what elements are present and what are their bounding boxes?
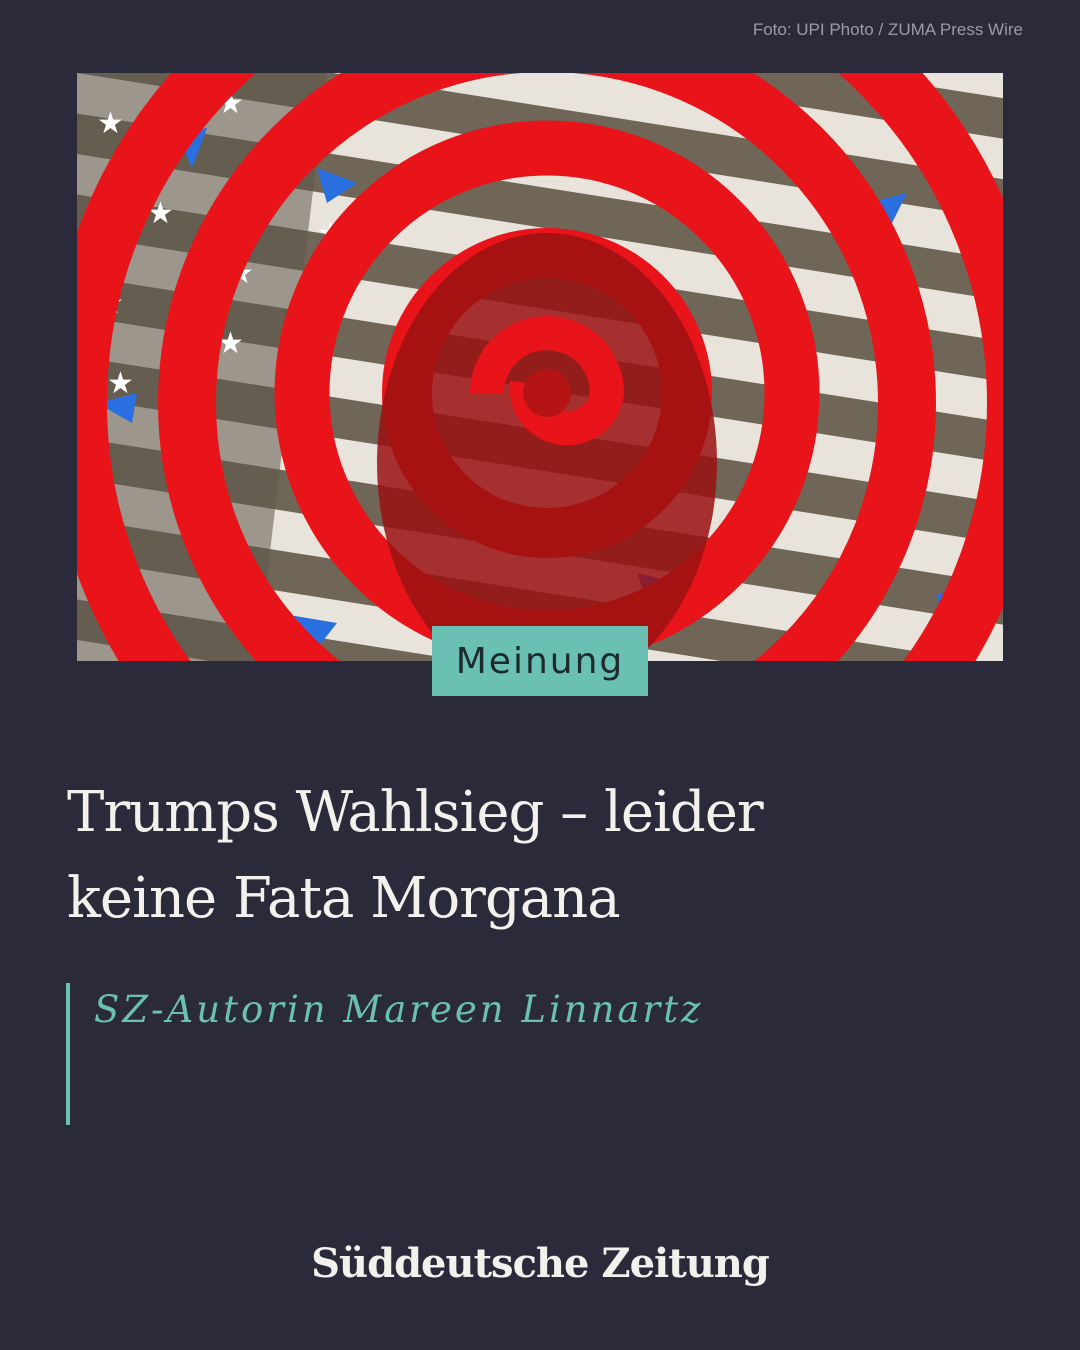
hero-image: ★ ★ ★ ★ ★ ★ ★ ★ ★ ★ (77, 73, 1003, 661)
photo-credit: Foto: UPI Photo / ZUMA Press Wire (752, 20, 1023, 39)
spiral-flag-collage-icon: ★ ★ ★ ★ ★ ★ ★ ★ ★ ★ (77, 73, 1003, 661)
category-badge: Meinung (432, 626, 648, 696)
publisher-logo: Süddeutsche Zeitung (311, 1240, 770, 1287)
headline-line-1: Trumps Wahlsieg – leider (67, 780, 764, 845)
author-accent-bar (66, 983, 70, 1125)
svg-text:★: ★ (97, 107, 124, 140)
author-byline: SZ-Autorin Mareen Linnartz (94, 988, 704, 1031)
headline: Trumps Wahlsieg – leider keine Fata Morg… (67, 770, 967, 942)
headline-line-2: keine Fata Morgana (67, 866, 621, 931)
